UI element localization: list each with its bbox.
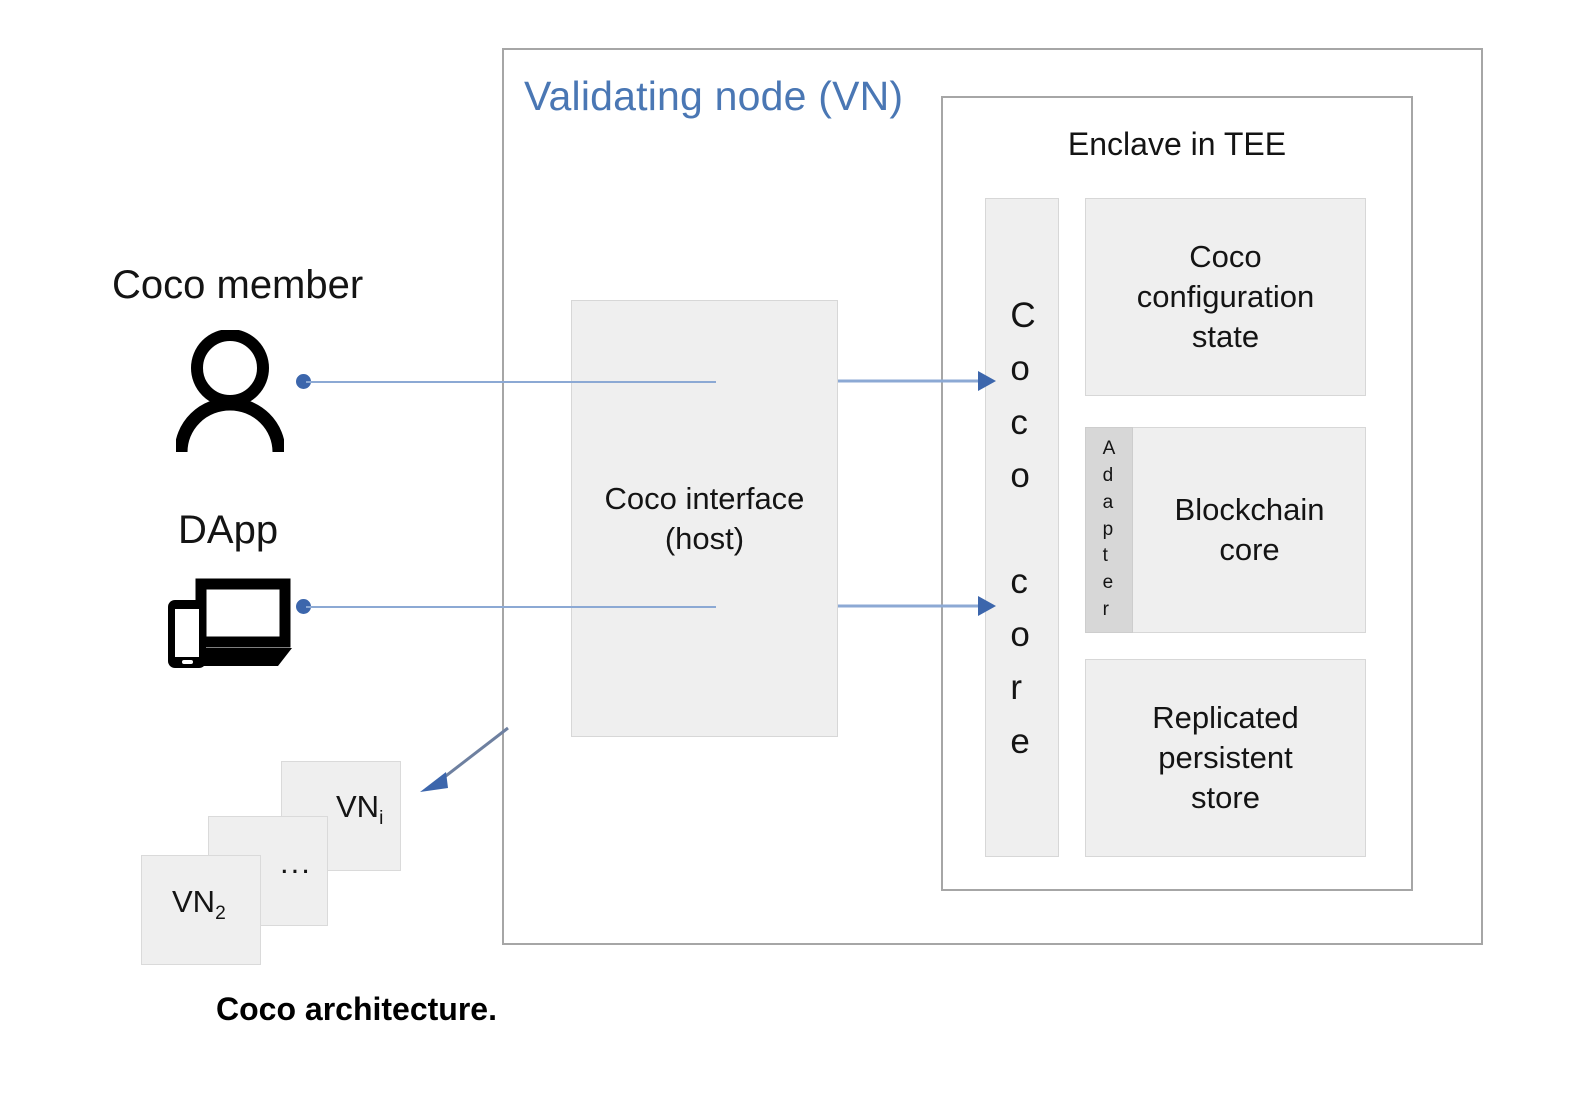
coco-configuration-state-label: Coco configuration state (1136, 238, 1315, 355)
validating-node-title: Validating node (VN) (524, 73, 904, 119)
vn-stack-label-ellipsis: ... (280, 845, 312, 880)
coco-member-arrow (838, 366, 998, 401)
figure-caption: Coco architecture. (216, 991, 497, 1027)
coco-interface-host-box: Coco interface (host) (571, 300, 838, 737)
dapp-arrow (838, 591, 998, 626)
vn-stack-label-i: VNi (336, 789, 384, 830)
coco-configuration-state-box: Coco configuration state (1085, 198, 1366, 396)
adapter-label: Adapter (1102, 437, 1116, 621)
replicated-persistent-store-label: Replicated persistent store (1152, 699, 1299, 816)
enclave-title: Enclave in TEE (1067, 126, 1287, 162)
devices-icon (163, 578, 293, 675)
blockchain-core-label: Blockchain core (1174, 491, 1325, 567)
adapter-strip: Adapter (1085, 427, 1133, 633)
coco-core-label: Coco core (1010, 296, 1036, 761)
coco-interface-host-label: Coco interface (host) (604, 480, 805, 556)
coco-core-box: Coco core (985, 198, 1059, 857)
coco-member-connector-line (306, 381, 716, 383)
figure-canvas: Validating node (VN) Enclave in TEE Coco… (0, 0, 1581, 1110)
person-icon (174, 329, 286, 457)
coco-member-label: Coco member (112, 263, 364, 307)
dapp-connector-line (306, 606, 716, 608)
vn-stack-arrow (412, 724, 512, 804)
vn-stack-label-2: VN2 (172, 884, 226, 925)
replicated-persistent-store-box: Replicated persistent store (1085, 659, 1366, 857)
dapp-label: DApp (178, 508, 279, 552)
